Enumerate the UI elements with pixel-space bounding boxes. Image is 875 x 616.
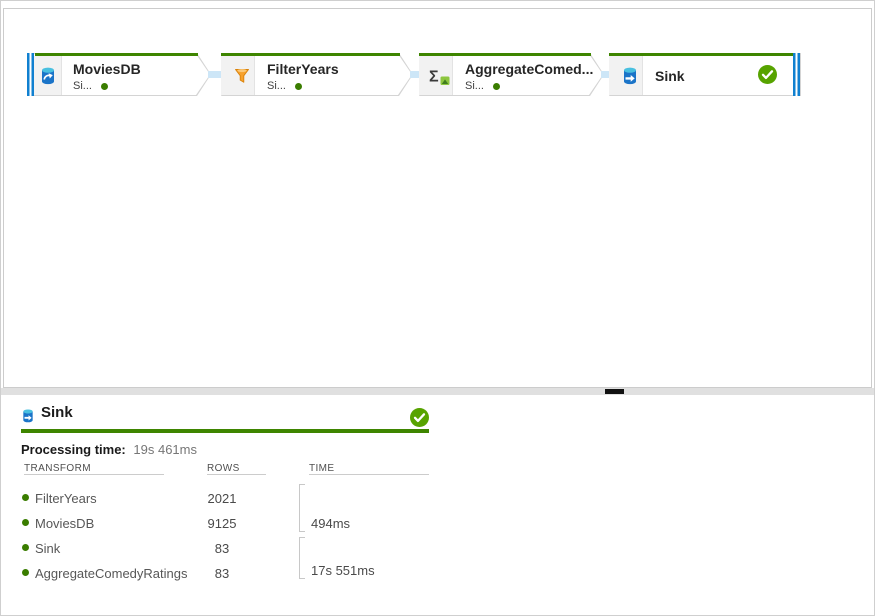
- filter-icon: [232, 66, 252, 86]
- selection-bars: [793, 53, 800, 96]
- panel-title: Sink: [41, 404, 73, 421]
- dataset-icon: [38, 66, 58, 86]
- sink-icon: [21, 408, 35, 429]
- node-status-bar: [35, 53, 198, 56]
- node-icon-cell: [609, 56, 643, 95]
- column-underline: [309, 474, 429, 475]
- transform-name: FilterYears: [35, 491, 97, 506]
- node-icon-cell: Σ: [419, 56, 453, 95]
- transform-name: MoviesDB: [35, 516, 94, 531]
- sink-detail-panel: Sink Processing time: 19s 461ms TRANSFOR…: [1, 395, 874, 615]
- group-time-value: 17s 551ms: [311, 563, 375, 578]
- processing-time-label: Processing time:: [21, 442, 126, 457]
- node-title: Sink: [655, 56, 685, 96]
- dataflow-node-aggregatecomedyratings[interactable]: Σ AggregateComed... Si...: [419, 53, 604, 96]
- node-status-bar: [419, 53, 591, 56]
- processing-time-value: 19s 461ms: [133, 442, 197, 457]
- row-count: 9125: [201, 516, 243, 531]
- node-status-bar: [609, 53, 793, 56]
- dataflow-debug-view: MoviesDB Si... FilterYears: [0, 0, 875, 616]
- panel-title-rule: [21, 429, 429, 433]
- column-header-rows: ROWS: [207, 463, 240, 474]
- transform-name: AggregateComedyRatings: [35, 566, 187, 581]
- node-icon-cell: [34, 56, 62, 95]
- status-dot: [295, 83, 302, 90]
- status-dot: [22, 569, 29, 576]
- table-row: MoviesDB 9125: [21, 516, 441, 532]
- status-dot: [101, 83, 108, 90]
- node-status-bar: [221, 53, 400, 56]
- status-dot: [22, 544, 29, 551]
- node-title: AggregateComed...: [465, 61, 593, 77]
- node-icon-cell: [221, 56, 255, 95]
- group-time-value: 494ms: [311, 516, 350, 531]
- time-group-bracket: [299, 537, 305, 579]
- panel-divider: [1, 388, 875, 395]
- node-subtitle: Si...: [73, 80, 141, 92]
- transform-name: Sink: [35, 541, 60, 556]
- success-check-icon: [758, 65, 777, 89]
- column-header-transform: TRANSFORM: [24, 463, 91, 474]
- node-title: MoviesDB: [73, 61, 141, 77]
- dataflow-node-sink[interactable]: Sink: [609, 53, 801, 96]
- svg-text:Σ: Σ: [429, 68, 439, 85]
- panel-resize-grip[interactable]: [605, 389, 624, 394]
- processing-time: Processing time: 19s 461ms: [21, 442, 197, 457]
- selection-bars: [27, 53, 34, 96]
- time-group-bracket: [299, 484, 305, 532]
- status-dot: [493, 83, 500, 90]
- sink-icon: [621, 66, 639, 86]
- table-row: Sink 83: [21, 541, 441, 557]
- row-count: 2021: [201, 491, 243, 506]
- status-dot: [22, 494, 29, 501]
- row-count: 83: [201, 566, 243, 581]
- column-underline: [24, 474, 164, 475]
- node-subtitle: Si...: [465, 80, 593, 92]
- table-row: AggregateComedyRatings 83: [21, 566, 441, 582]
- node-title: FilterYears: [267, 61, 339, 77]
- dataflow-node-moviesdb[interactable]: MoviesDB Si...: [27, 53, 211, 96]
- row-count: 83: [201, 541, 243, 556]
- column-header-time: TIME: [309, 463, 335, 474]
- aggregate-icon: Σ: [429, 66, 450, 86]
- column-underline: [207, 474, 266, 475]
- dataflow-canvas[interactable]: MoviesDB Si... FilterYears: [3, 8, 872, 388]
- status-dot: [22, 519, 29, 526]
- table-row: FilterYears 2021: [21, 491, 441, 507]
- node-subtitle: Si...: [267, 80, 339, 92]
- dataflow-node-filteryears[interactable]: FilterYears Si...: [221, 53, 413, 96]
